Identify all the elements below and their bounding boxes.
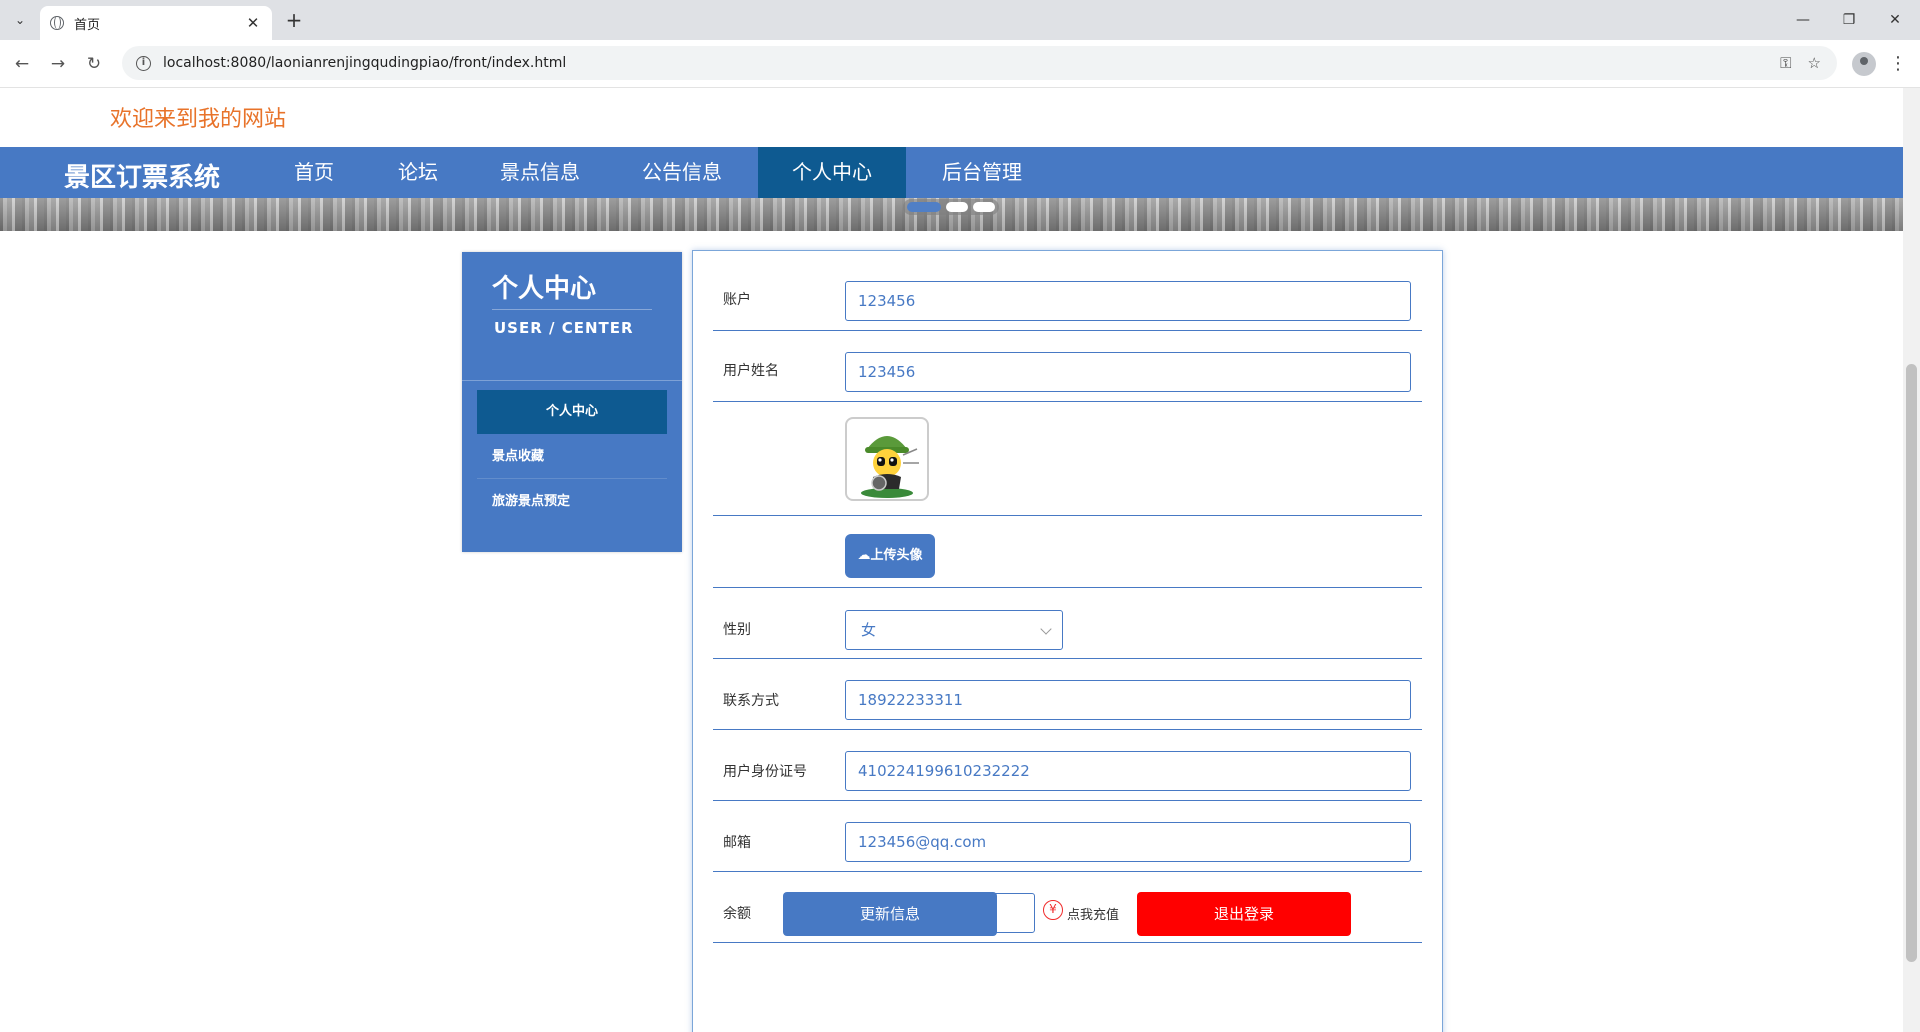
tab-search-chevron-icon[interactable]: ⌄ [8,8,32,32]
tab-title: 首页 [74,17,101,33]
idcard-row: 用户身份证号 410224199610232222 [713,730,1422,801]
email-input[interactable]: 123456@qq.com [845,822,1411,862]
browser-tab-strip: ⌄ 首页 ✕ + — ❐ ✕ [0,0,1920,40]
gender-select[interactable]: 女 [845,610,1063,650]
carousel-dot-2[interactable] [946,202,968,212]
main-navbar: 景区订票系统 首页 论坛 景点信息 公告信息 个人中心 后台管理 [0,147,1903,198]
account-input[interactable]: 123456 [845,281,1411,321]
yen-icon[interactable]: ¥ [1043,900,1063,920]
nav-item-home[interactable]: 首页 [272,147,356,198]
sidebar-divider [462,380,682,381]
name-row: 用户姓名 123456 [713,331,1422,402]
page-viewport: 欢迎来到我的网站 景区订票系统 首页 论坛 景点信息 公告信息 个人中心 后台管… [0,88,1903,1032]
site-info-icon[interactable]: i [136,55,151,71]
chevron-down-icon [1040,623,1052,635]
carousel-dot-3[interactable] [973,202,995,212]
name-label: 用户姓名 [723,363,779,379]
email-row: 邮箱 123456@qq.com [713,801,1422,872]
sidebar-item-booking[interactable]: 旅游景点预定 [477,480,667,524]
forward-arrow-icon[interactable]: → [46,52,70,76]
upload-avatar-button[interactable]: ☁上传头像 [845,534,935,578]
cloud-upload-icon: ☁ [857,548,871,563]
balance-label: 余额 [723,906,751,922]
restore-icon[interactable]: ❐ [1826,8,1872,32]
name-input[interactable]: 123456 [845,352,1411,392]
nav-item-admin[interactable]: 后台管理 [922,147,1042,198]
back-arrow-icon[interactable]: ← [10,52,34,76]
user-center-sidebar: 个人中心 USER / CENTER 个人中心 景点收藏 旅游景点预定 [462,252,682,552]
window-close-icon[interactable]: ✕ [1872,8,1918,32]
phone-label: 联系方式 [723,693,779,709]
site-brand: 景区订票系统 [64,163,221,193]
page-scrollbar[interactable] [1903,88,1920,1032]
email-label: 邮箱 [723,835,751,851]
recharge-link[interactable]: 点我充值 [1067,904,1119,923]
gender-selected-value: 女 [861,621,877,639]
logout-button[interactable]: 退出登录 [1137,892,1351,936]
phone-row: 联系方式 18922233311 [713,659,1422,730]
upload-avatar-label: 上传头像 [870,548,923,563]
scrollbar-thumb[interactable] [1906,364,1917,962]
menu-kebab-icon[interactable]: ⋮ [1888,52,1908,76]
gender-label: 性别 [723,622,751,638]
profile-avatar-icon[interactable] [1852,52,1876,76]
url-text[interactable]: localhost:8080/laonianrenjingqudingpiao/… [163,55,1780,71]
address-bar[interactable]: i localhost:8080/laonianrenjingqudingpia… [122,46,1837,80]
sidebar-item-favorites[interactable]: 景点收藏 [477,435,667,479]
idcard-label: 用户身份证号 [723,764,807,780]
user-avatar [845,417,929,501]
minimize-icon[interactable]: — [1780,8,1826,32]
globe-icon [50,16,64,30]
nav-item-attractions[interactable]: 景点信息 [480,147,600,198]
new-tab-plus-icon[interactable]: + [282,8,306,32]
star-icon[interactable]: ☆ [1808,54,1821,72]
browser-toolbar: ← → ↻ i localhost:8080/laonianrenjingqud… [0,40,1920,88]
welcome-text: 欢迎来到我的网站 [110,107,287,132]
sidebar-title-divider [492,309,652,310]
avatar-row [713,402,1422,516]
account-label: 账户 [723,292,751,308]
carousel-indicators [903,199,999,215]
update-info-button[interactable]: 更新信息 [783,892,997,936]
idcard-input[interactable]: 410224199610232222 [845,751,1411,791]
upload-row: ☁上传头像 [713,516,1422,588]
sidebar-subtitle: USER / CENTER [494,319,634,337]
carousel-dot-1[interactable] [907,202,941,212]
key-icon[interactable]: ⚿ [1780,54,1791,72]
nav-item-user-center[interactable]: 个人中心 [758,147,906,198]
carousel-banner [0,198,1903,231]
phone-input[interactable]: 18922233311 [845,680,1411,720]
nav-item-forum[interactable]: 论坛 [376,147,460,198]
browser-tab[interactable]: 首页 ✕ [40,6,272,40]
nav-item-notices[interactable]: 公告信息 [622,147,742,198]
gender-row: 性别 女 [713,588,1422,659]
reload-icon[interactable]: ↻ [82,52,106,76]
account-row: 账户 123456 [713,251,1422,331]
avatar-cartoon-icon [861,436,919,498]
sidebar-title: 个人中心 [492,274,597,304]
sidebar-item-user-center[interactable]: 个人中心 [477,390,667,434]
close-icon[interactable]: ✕ [244,14,262,32]
